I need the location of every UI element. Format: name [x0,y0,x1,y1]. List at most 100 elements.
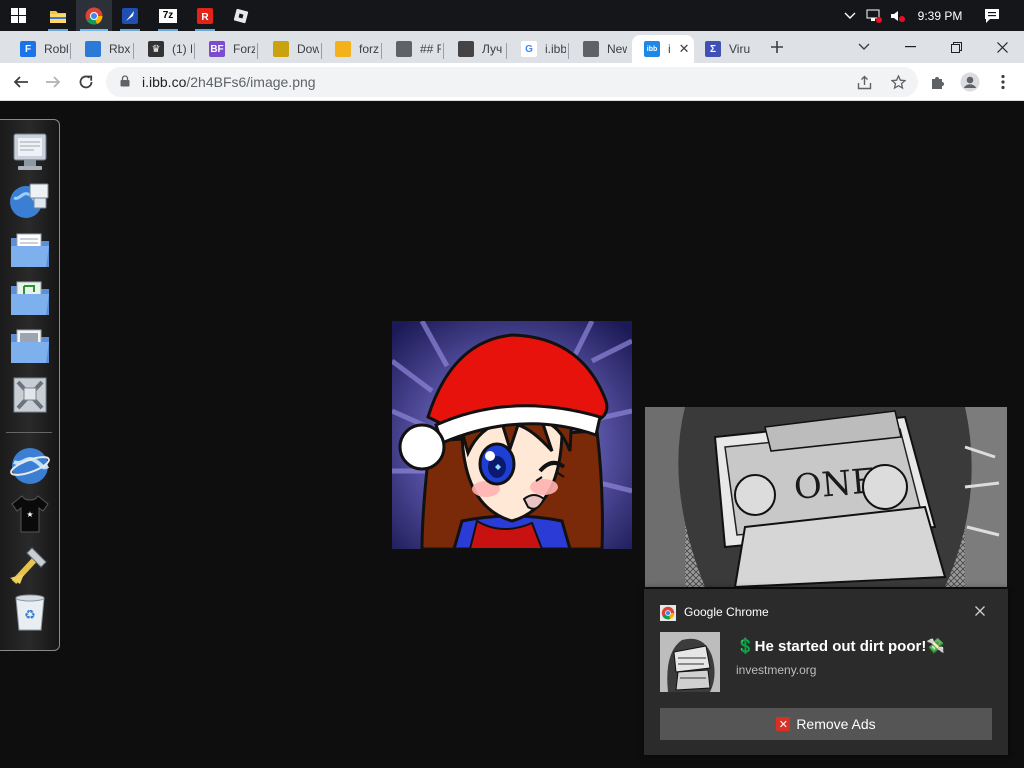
dock-pictures-folder[interactable] [8,324,52,368]
tab-9[interactable]: Gi.ibb [509,35,566,63]
documents-folder-icon [11,233,49,267]
arrow-left-icon [13,76,28,88]
avatar-icon [960,72,980,92]
close-icon [996,41,1008,53]
tab-3[interactable]: ♛ (1) N [136,35,192,63]
dock-tools[interactable] [8,372,52,416]
tab-1[interactable]: F Robl [8,35,68,63]
remove-ads-button[interactable]: ✕ Remove Ads [660,708,992,740]
action-center-icon[interactable] [980,0,1004,31]
dock-tshirt[interactable]: ★ [8,492,52,536]
7zip-icon: 7z [159,8,177,23]
notification-site: investmeny.org [736,663,817,677]
tab-close-icon[interactable]: ✕ [679,41,690,57]
dock-separator [6,432,52,433]
tab-title: ## F [420,42,441,56]
chrome-icon [583,41,599,57]
virustotal-icon: Σ [705,41,721,57]
recycle-bin-icon: ♻ [15,594,45,631]
tab-12[interactable]: Σ Viru [693,35,753,63]
start-button[interactable] [0,0,36,31]
tab-title: forz [359,42,379,56]
reload-button[interactable] [71,67,101,97]
svg-text:R: R [201,12,209,23]
star-icon [890,74,906,89]
tab-8[interactable]: Луч [446,35,504,63]
close-window-button[interactable] [988,31,1016,63]
chrome-icon [660,605,676,621]
taskbar-file-explorer[interactable] [40,0,76,31]
desktop-dock: ★ ♻ [0,119,60,651]
tab-title: i [668,42,671,56]
notification-close-button[interactable] [970,601,990,621]
tab-6[interactable]: forz [323,35,379,63]
hammer-icon [10,547,47,585]
notification-title: 💲He started out dirt poor!💸 [736,638,946,655]
restore-button[interactable] [942,31,970,63]
tab-7[interactable]: ## F [384,35,441,63]
dock-computer[interactable] [8,130,52,174]
dock-music-folder[interactable] [8,276,52,320]
roblox-studio-icon [233,8,249,23]
tab-10[interactable]: New [571,35,627,63]
globe-icon [396,41,412,57]
tab-5[interactable]: Dow [261,35,319,63]
volume-muted-icon[interactable] [888,0,908,31]
tab-separator [568,43,569,59]
svg-text:★: ★ [26,510,33,519]
taskbar-chrome[interactable] [76,0,112,31]
profile-button[interactable] [955,67,985,97]
lock-icon[interactable] [120,75,130,87]
chrome-notification-toast[interactable]: Google Chrome 💲He started out dirt poor!… [644,589,1008,755]
reload-icon [79,75,93,89]
arrow-right-icon [46,76,61,88]
minimize-button[interactable] [896,31,924,63]
taskbar-app-feather[interactable] [112,0,148,31]
minimize-icon [904,46,916,48]
address-bar[interactable]: i.ibb.co/2h4BFs6/image.png [106,67,918,97]
forward-button[interactable] [38,67,68,97]
chrome-toolbar: i.ibb.co/2h4BFs6/image.png [0,63,1024,101]
dock-recycle-bin[interactable]: ♻ [8,590,52,634]
tab-title: Robl [44,42,68,56]
taskbar-roblox-studio[interactable] [223,0,259,31]
rbx-icon [85,41,101,57]
tab-separator [506,43,507,59]
restore-icon [950,41,962,53]
extensions-button[interactable] [923,67,953,97]
tab-separator [381,43,382,59]
network-icon[interactable] [864,0,884,31]
new-tab-button[interactable] [764,31,790,63]
back-button[interactable] [6,67,36,97]
dock-internet[interactable] [8,444,52,488]
plus-icon [771,41,783,53]
puzzle-icon [932,77,944,89]
tab-11[interactable]: ibb i ✕ [632,35,694,63]
chrome-icon [85,7,103,25]
bookmark-button[interactable] [886,70,910,94]
dock-hammer[interactable] [8,542,52,586]
network-globe-icon [10,183,49,218]
tab-search-button[interactable] [850,31,878,63]
share-button[interactable] [852,70,876,94]
taskbar-7zip[interactable]: 7z [150,0,186,31]
tab-title: New [607,42,627,56]
tab-title: (1) N [172,42,192,56]
taskbar-roblox[interactable]: R [187,0,223,31]
ad-banner-image[interactable]: ONE [645,407,1007,587]
main-image [392,321,632,549]
taskbar-clock[interactable]: 9:39 PM [912,0,968,31]
windows-taskbar: 7z R 9:39 PM [0,0,1024,31]
dock-documents-folder[interactable] [8,228,52,272]
music-folder-icon [11,281,49,315]
tab-4[interactable]: BF Forz [197,35,255,63]
remove-ads-label: Remove Ads [796,716,876,732]
tab-2[interactable]: Rbx [73,35,131,63]
ibb-icon: ibb [644,41,660,57]
url-text[interactable]: i.ibb.co/2h4BFs6/image.png [142,74,316,90]
chrome-menu-button[interactable] [988,67,1018,97]
internet-globe-icon [10,448,50,484]
tab-separator [70,43,71,59]
dock-network[interactable] [8,178,52,222]
tray-overflow-chevron-icon[interactable] [840,0,860,31]
